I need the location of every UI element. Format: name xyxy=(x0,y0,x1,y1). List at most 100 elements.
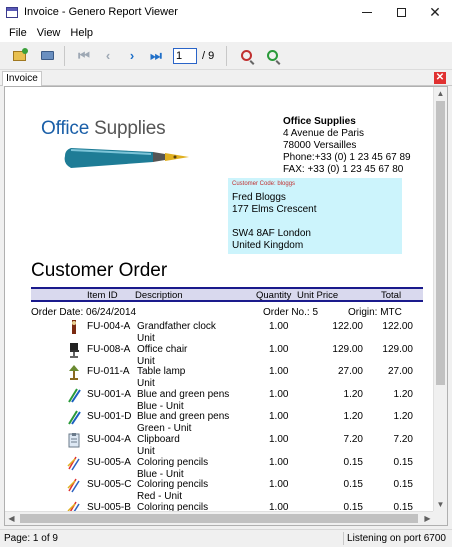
scroll-down-arrow-icon[interactable]: ▼ xyxy=(434,498,447,511)
customer-street: 177 Elms Crescent xyxy=(232,204,317,215)
item-description: Blue and green pens Blue - Unit xyxy=(137,389,229,413)
status-divider xyxy=(343,532,344,545)
item-id: SU-004-A xyxy=(87,434,131,445)
item-unit-price: 27.00 xyxy=(337,366,363,377)
item-total: 1.20 xyxy=(393,389,413,400)
item-description: Coloring pencils Blue - Unit xyxy=(137,457,208,481)
page-total: / 9 xyxy=(202,49,215,62)
menu-view[interactable]: View xyxy=(32,27,66,39)
pens-icon xyxy=(67,409,81,425)
item-quantity: 1.00 xyxy=(269,434,289,445)
column-total: Total xyxy=(381,290,402,301)
report-viewport: Office Supplies Office Supplies 4 Avenue… xyxy=(4,86,448,526)
tab-strip: Invoice ✕ xyxy=(0,70,452,86)
item-unit-price: 129.00 xyxy=(332,344,363,355)
item-unit-price: 7.20 xyxy=(343,434,363,445)
minimize-icon xyxy=(362,11,372,13)
item-id: FU-008-A xyxy=(87,344,131,355)
item-total: 7.20 xyxy=(393,434,413,445)
item-total: 122.00 xyxy=(382,321,413,332)
print-button[interactable] xyxy=(36,45,58,67)
pencils-icon xyxy=(67,477,81,493)
first-page-button[interactable]: ⏮ xyxy=(73,45,95,67)
item-id: SU-005-C xyxy=(87,479,132,490)
item-quantity: 1.00 xyxy=(269,457,289,468)
minimize-button[interactable] xyxy=(350,0,384,24)
toolbar-separator xyxy=(64,45,65,66)
open-folder-icon xyxy=(12,47,28,61)
customer-code: Customer Code: bloggs xyxy=(232,181,296,187)
item-id: FU-011-A xyxy=(87,366,130,377)
close-tab-button[interactable]: ✕ xyxy=(434,72,446,84)
column-unit-price: Unit Price xyxy=(297,290,339,301)
item-total: 1.20 xyxy=(393,411,413,422)
item-quantity: 1.00 xyxy=(269,389,289,400)
tab-invoice[interactable]: Invoice xyxy=(2,71,42,86)
maximize-button[interactable] xyxy=(384,0,418,24)
item-total: 129.00 xyxy=(382,344,413,355)
horizontal-scrollbar[interactable]: ◀ ▶ xyxy=(5,511,434,525)
horizontal-scroll-thumb[interactable] xyxy=(20,514,418,523)
previous-page-button[interactable]: ‹ xyxy=(97,45,119,67)
report-title: Customer Order xyxy=(31,260,168,281)
next-page-icon: › xyxy=(129,48,135,63)
zoom-in-icon xyxy=(266,50,278,61)
item-description-name: Blue and green pens xyxy=(137,411,230,422)
column-item-id: Item ID xyxy=(87,290,118,301)
scroll-left-arrow-icon[interactable]: ◀ xyxy=(5,512,18,525)
scroll-up-arrow-icon[interactable]: ▲ xyxy=(434,87,447,100)
last-page-icon: ⏭ xyxy=(150,47,162,63)
item-unit-price: 122.00 xyxy=(332,321,363,332)
company-fax: FAX: +33 (0) 1 23 45 67 80 xyxy=(283,164,404,175)
order-origin: Origin: MTC xyxy=(348,307,402,318)
item-unit-price: 1.20 xyxy=(343,411,363,422)
item-description: Blue and green pens Green - Unit xyxy=(137,411,229,435)
company-address: Office Supplies 4 Avenue de Paris 78000 … xyxy=(283,116,411,176)
scroll-corner xyxy=(433,511,447,525)
open-button[interactable] xyxy=(8,45,30,67)
item-description-name: Clipboard xyxy=(137,434,180,445)
vertical-scrollbar[interactable]: ▲ ▼ xyxy=(433,87,447,511)
item-description: Grandfather clock Unit xyxy=(137,321,216,345)
page-number-input[interactable]: 1 xyxy=(173,47,197,64)
company-logo: Office Supplies xyxy=(41,118,166,139)
vertical-scroll-thumb[interactable] xyxy=(436,101,445,385)
address-blank-line xyxy=(232,216,398,228)
toolbar: ⏮ ‹ › ⏭ 1 / 9 xyxy=(0,42,452,70)
item-id: SU-001-D xyxy=(87,411,132,422)
close-window-button[interactable]: ✕ xyxy=(418,0,452,24)
item-description-name: Coloring pencils xyxy=(137,457,209,468)
menu-file[interactable]: File xyxy=(4,27,32,39)
lamp-icon xyxy=(67,364,81,380)
zoom-in-button[interactable] xyxy=(261,45,283,67)
item-total: 0.15 xyxy=(393,479,413,490)
maximize-icon xyxy=(396,7,406,17)
item-total: 0.15 xyxy=(393,457,413,468)
item-id: SU-001-A xyxy=(87,389,131,400)
zoom-out-button[interactable] xyxy=(235,45,257,67)
company-phone: Phone:+33 (0) 1 23 45 67 89 xyxy=(283,152,411,163)
title-bar: Invoice - Genero Report Viewer ✕ xyxy=(0,0,452,24)
status-bar: Page: 1 of 9 Listening on port 6700 xyxy=(0,529,452,547)
clock-icon xyxy=(67,319,81,335)
last-page-button[interactable]: ⏭ xyxy=(145,45,167,67)
item-unit-price: 0.15 xyxy=(343,479,363,490)
item-description-name: Office chair xyxy=(137,344,188,355)
menu-help[interactable]: Help xyxy=(65,27,98,39)
clipboard-icon xyxy=(67,432,81,448)
column-description: Description xyxy=(135,290,183,301)
column-quantity: Quantity xyxy=(256,290,292,301)
previous-page-icon: ‹ xyxy=(105,48,111,63)
toolbar-separator xyxy=(226,45,228,66)
item-unit-price: 0.15 xyxy=(343,457,363,468)
item-total: 27.00 xyxy=(387,366,413,377)
item-quantity: 1.00 xyxy=(269,321,289,332)
item-description-name: Coloring pencils xyxy=(137,479,209,490)
company-city: 78000 Versailles xyxy=(283,140,357,151)
next-page-button[interactable]: › xyxy=(121,45,143,67)
item-description-name: Blue and green pens xyxy=(137,389,230,400)
table-header: Item ID Description Quantity Unit Price … xyxy=(31,287,423,302)
item-description: Clipboard Unit xyxy=(137,434,180,458)
status-listening: Listening on port 6700 xyxy=(347,533,446,544)
window-title: Invoice - Genero Report Viewer xyxy=(24,6,178,18)
